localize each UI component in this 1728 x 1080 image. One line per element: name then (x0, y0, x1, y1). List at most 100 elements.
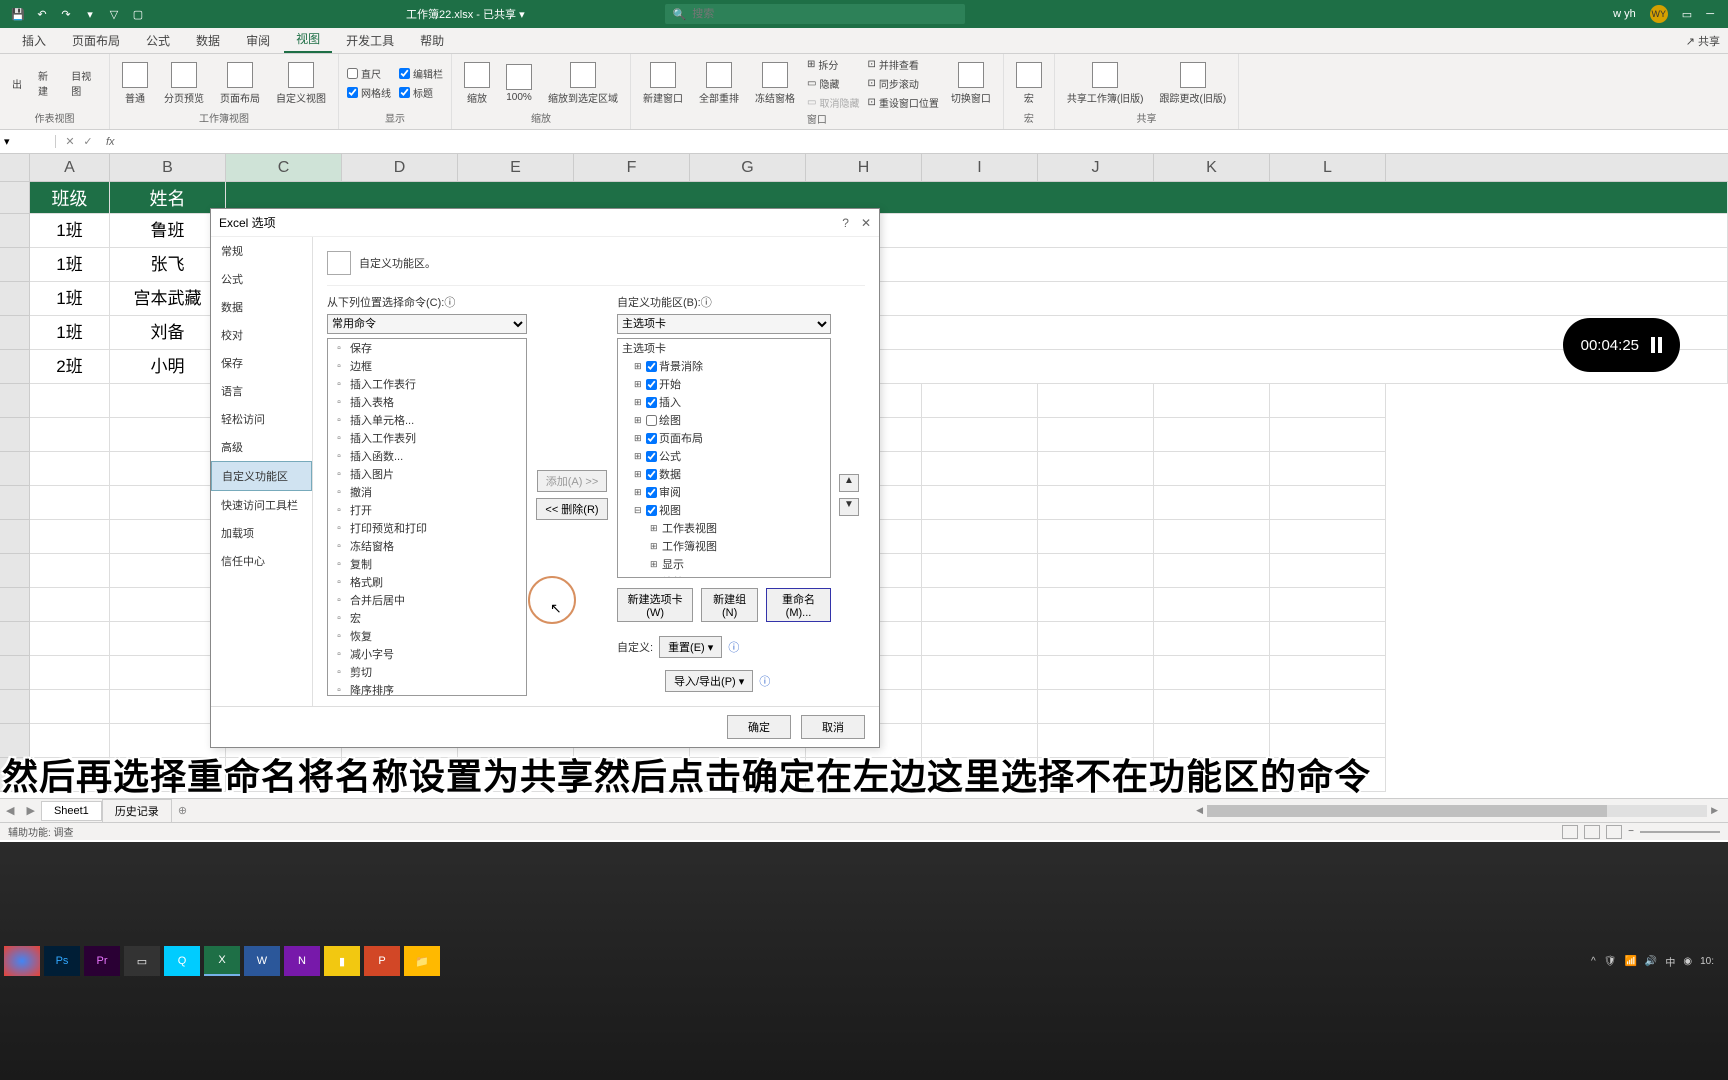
reset-button[interactable]: 重置(E) ▾ (659, 636, 722, 658)
tab-help[interactable]: 帮助 (408, 28, 456, 53)
col-header[interactable]: J (1038, 154, 1154, 181)
sidebar-item[interactable]: 语言 (211, 377, 312, 405)
enter-icon[interactable]: ✓ (80, 135, 96, 148)
cell[interactable] (110, 656, 226, 690)
tree-node[interactable]: ⊞背景消除 (618, 357, 830, 375)
cell[interactable] (1038, 486, 1154, 520)
view-pagelayout-icon[interactable] (1584, 825, 1600, 839)
command-item[interactable]: ▫保存 (328, 339, 526, 357)
cell[interactable] (1270, 554, 1386, 588)
cell[interactable] (30, 656, 110, 690)
search-box[interactable]: 🔍 (665, 4, 965, 24)
user-name[interactable]: w yh (1613, 8, 1636, 20)
fx-icon[interactable]: fx (102, 136, 119, 148)
command-item[interactable]: ▫插入工作表行 (328, 375, 526, 393)
cell[interactable] (1038, 656, 1154, 690)
cell[interactable] (1270, 418, 1386, 452)
hscroll-left[interactable]: ◀ (1196, 805, 1203, 816)
tab-review[interactable]: 审阅 (234, 28, 282, 53)
cell[interactable] (1154, 690, 1270, 724)
cell[interactable] (922, 554, 1038, 588)
powerbi-icon[interactable]: ▮ (324, 946, 360, 976)
header-cell[interactable]: 班级 (30, 182, 110, 214)
tray-icon[interactable]: ◉ (1683, 956, 1692, 967)
ribbon-tree[interactable]: 主选项卡⊞背景消除⊞开始⊞插入⊞绘图⊞页面布局⊞公式⊞数据⊞审阅⊟视图⊞工作表视… (617, 338, 831, 578)
explorer-icon[interactable]: ▭ (124, 946, 160, 976)
arrange-all[interactable]: 全部重排 (693, 60, 745, 107)
name-box[interactable]: ▾ (0, 135, 56, 148)
cell[interactable] (1038, 384, 1154, 418)
remove-button[interactable]: << 删除(R) (536, 498, 607, 520)
cell[interactable]: 小明 (110, 350, 226, 384)
cell[interactable] (30, 418, 110, 452)
qat-icon[interactable]: ▢ (130, 6, 146, 22)
new-window[interactable]: 新建窗口 (637, 60, 689, 107)
cell[interactable] (1154, 384, 1270, 418)
move-down-button[interactable]: ▼ (839, 498, 859, 516)
cell[interactable] (1038, 452, 1154, 486)
excel-icon[interactable]: X (204, 946, 240, 976)
share-button[interactable]: ↗ 共享 (1678, 29, 1728, 53)
macros-btn[interactable]: 宏 (1010, 60, 1048, 107)
zoom-out-icon[interactable]: − (1628, 826, 1634, 837)
pause-icon[interactable] (1651, 337, 1662, 353)
cell[interactable] (110, 384, 226, 418)
tree-node[interactable]: ⊞开始 (618, 375, 830, 393)
cell[interactable] (1154, 554, 1270, 588)
freeze-panes[interactable]: 冻结窗格 (749, 60, 801, 107)
tree-node[interactable]: ⊞数据 (618, 465, 830, 483)
sidebar-item[interactable]: 保存 (211, 349, 312, 377)
tree-node[interactable]: ⊞缩放 (618, 573, 830, 578)
command-item[interactable]: ▫打印预览和打印 (328, 519, 526, 537)
tree-node[interactable]: ⊞工作表视图 (618, 519, 830, 537)
zoom-btn[interactable]: 缩放 (458, 60, 496, 107)
sidebar-item[interactable]: 校对 (211, 321, 312, 349)
cell[interactable] (1154, 588, 1270, 622)
cell[interactable] (1270, 690, 1386, 724)
tree-node[interactable]: ⊞页面布局 (618, 429, 830, 447)
tray-icon[interactable]: 🛡 (1604, 956, 1617, 967)
command-item[interactable]: ▫插入表格 (328, 393, 526, 411)
tab-data[interactable]: 数据 (184, 28, 232, 53)
command-item[interactable]: ▫复制 (328, 555, 526, 573)
cell[interactable] (110, 554, 226, 588)
help-icon[interactable]: ? (842, 216, 849, 230)
tree-node[interactable]: ⊞显示 (618, 555, 830, 573)
minimize-icon[interactable]: ─ (1706, 8, 1714, 20)
tree-node[interactable]: ⊞工作簿视图 (618, 537, 830, 555)
tree-node[interactable]: ⊞审阅 (618, 483, 830, 501)
cell[interactable] (1270, 486, 1386, 520)
cell[interactable] (110, 452, 226, 486)
cell[interactable] (110, 418, 226, 452)
sidebar-item[interactable]: 自定义功能区 (211, 461, 312, 491)
cell[interactable] (1038, 588, 1154, 622)
cell[interactable] (30, 452, 110, 486)
cell[interactable] (110, 486, 226, 520)
undo-icon[interactable]: ↶ (34, 6, 50, 22)
col-header[interactable]: L (1270, 154, 1386, 181)
sidebar-item[interactable]: 加载项 (211, 519, 312, 547)
header-cell[interactable]: 姓名 (110, 182, 226, 214)
cell[interactable]: 2班 (30, 350, 110, 384)
cell[interactable] (30, 384, 110, 418)
select-all-corner[interactable] (0, 154, 30, 181)
cell[interactable] (1038, 690, 1154, 724)
commands-select[interactable]: 常用命令 (327, 314, 527, 334)
cell[interactable] (110, 520, 226, 554)
cell[interactable] (110, 690, 226, 724)
redo-icon[interactable]: ↷ (58, 6, 74, 22)
cell[interactable] (1038, 418, 1154, 452)
col-header[interactable]: C (226, 154, 342, 181)
tray-icon[interactable]: 📶 (1624, 956, 1636, 967)
command-item[interactable]: ▫合并后居中 (328, 591, 526, 609)
premiere-icon[interactable]: Pr (84, 946, 120, 976)
cell[interactable] (1154, 622, 1270, 656)
tab-insert[interactable]: 插入 (10, 28, 58, 53)
hscroll-track[interactable] (1207, 805, 1707, 817)
chrome-icon[interactable] (4, 946, 40, 976)
word-icon[interactable]: W (244, 946, 280, 976)
import-export-button[interactable]: 导入/导出(P) ▾ (665, 670, 753, 692)
cell[interactable] (922, 384, 1038, 418)
cell[interactable] (1270, 656, 1386, 690)
cell[interactable] (30, 690, 110, 724)
